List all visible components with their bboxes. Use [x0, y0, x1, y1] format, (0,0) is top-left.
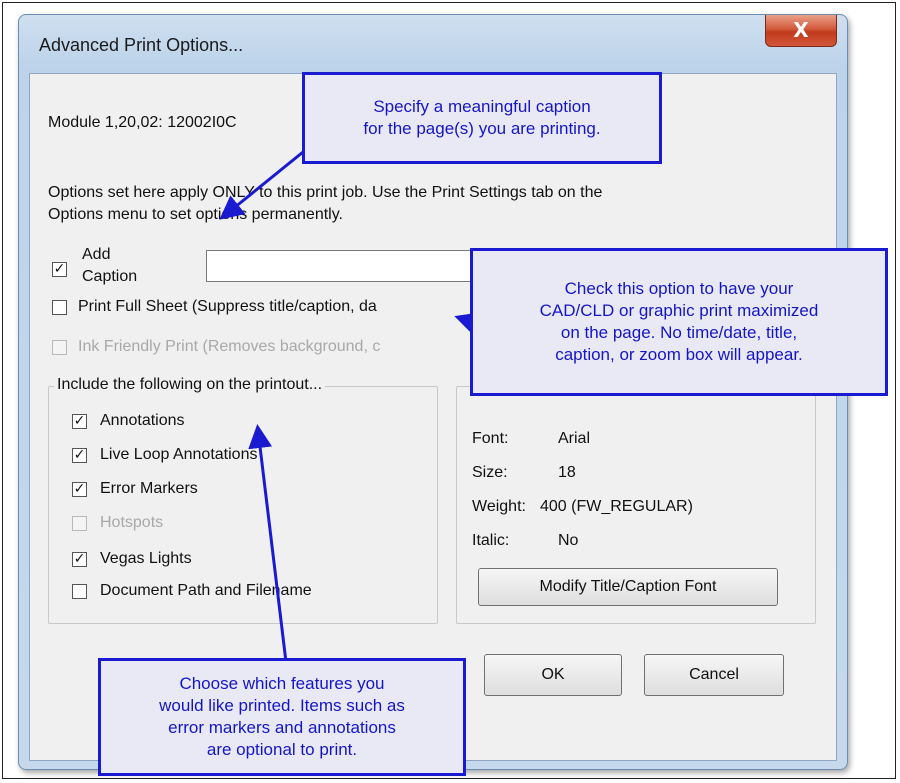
caption-callout: Specify a meaningful caption for the pag…	[302, 72, 662, 164]
features-arrow	[248, 424, 288, 663]
caption-arrow	[219, 146, 309, 220]
full-sheet-callout: Check this option to have your CAD/CLD o…	[470, 248, 888, 396]
features-callout: Choose which features you would like pri…	[98, 658, 466, 776]
